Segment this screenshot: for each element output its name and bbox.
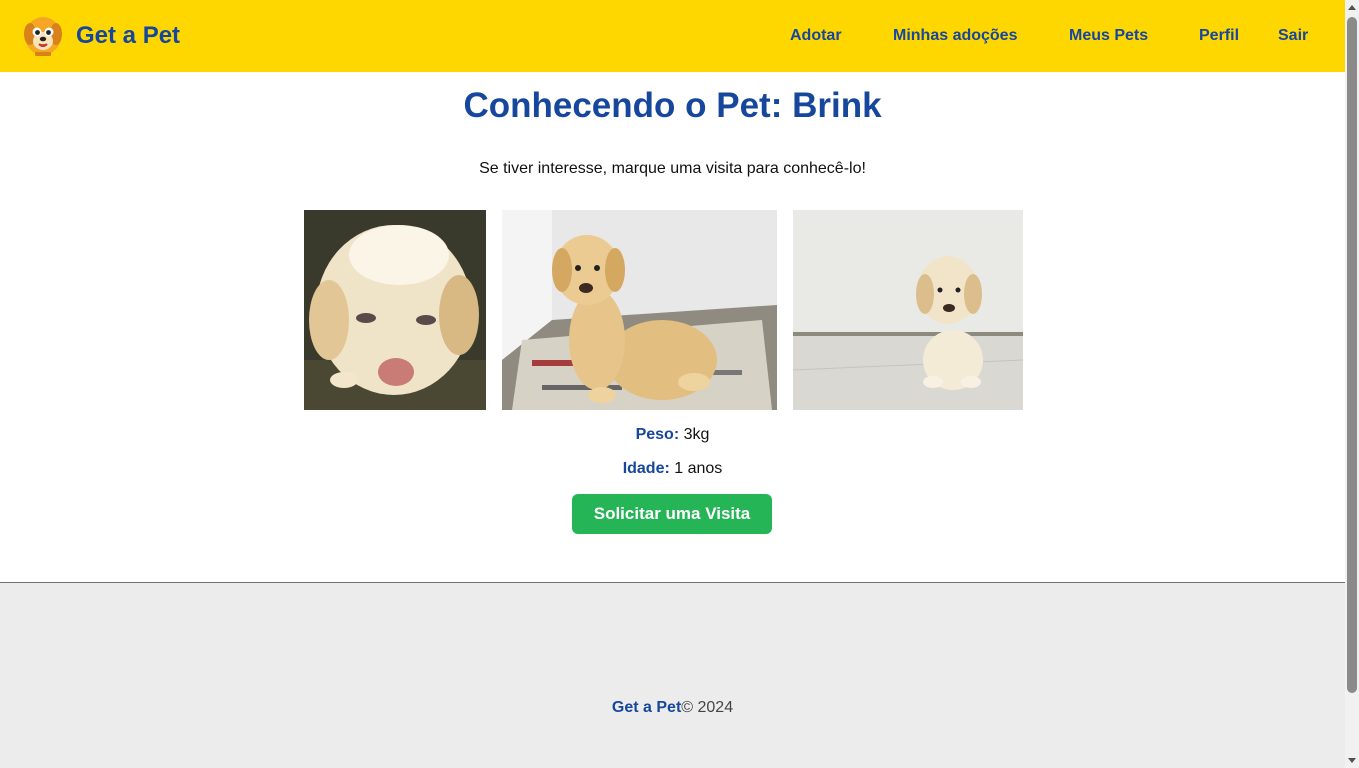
footer-brand: Get a Pet — [611, 699, 682, 716]
vertical-scrollbar[interactable] — [1345, 0, 1359, 768]
pet-photo-1 — [304, 210, 486, 410]
scrollbar-thumb[interactable] — [1347, 17, 1357, 693]
page-subtitle: Se tiver interesse, marque uma visita pa… — [479, 160, 866, 177]
nav-link-minhas-adocoes[interactable]: Minhas adoções — [893, 26, 1017, 45]
weight-value: 3kg — [683, 426, 710, 443]
navbar: Get a Pet Adotar Minhas adoções Meus Pet… — [0, 0, 1345, 72]
scroll-up-arrow-icon[interactable] — [1348, 5, 1356, 10]
pet-photo-2 — [502, 210, 777, 410]
footer-copyright: © 2024 — [681, 699, 734, 716]
pet-age: Idade: 1 anos — [0, 459, 1345, 478]
request-visit-button[interactable]: Solicitar uma Visita — [572, 494, 772, 534]
footer: Get a Pet© 2024 — [0, 582, 1345, 768]
weight-label: Peso: — [635, 426, 680, 443]
dog-logo-icon — [24, 17, 62, 56]
page-title: Conhecendo o Pet: Brink — [463, 86, 882, 125]
pet-photo-3 — [793, 210, 1023, 410]
footer-text: Get a Pet© 2024 — [0, 698, 1345, 717]
nav-link-meus-pets[interactable]: Meus Pets — [1069, 26, 1148, 45]
page: Get a Pet Adotar Minhas adoções Meus Pet… — [0, 0, 1345, 768]
age-label: Idade: — [622, 460, 670, 477]
nav-link-adotar[interactable]: Adotar — [790, 26, 842, 45]
nav-link-perfil[interactable]: Perfil — [1199, 26, 1239, 45]
age-value: 1 anos — [674, 460, 723, 477]
pet-weight: Peso: 3kg — [0, 425, 1345, 444]
brand-name: Get a Pet — [76, 22, 181, 49]
scroll-down-arrow-icon[interactable] — [1348, 758, 1356, 763]
brand-link[interactable]: Get a Pet — [22, 14, 180, 58]
nav-link-sair[interactable]: Sair — [1278, 26, 1308, 45]
